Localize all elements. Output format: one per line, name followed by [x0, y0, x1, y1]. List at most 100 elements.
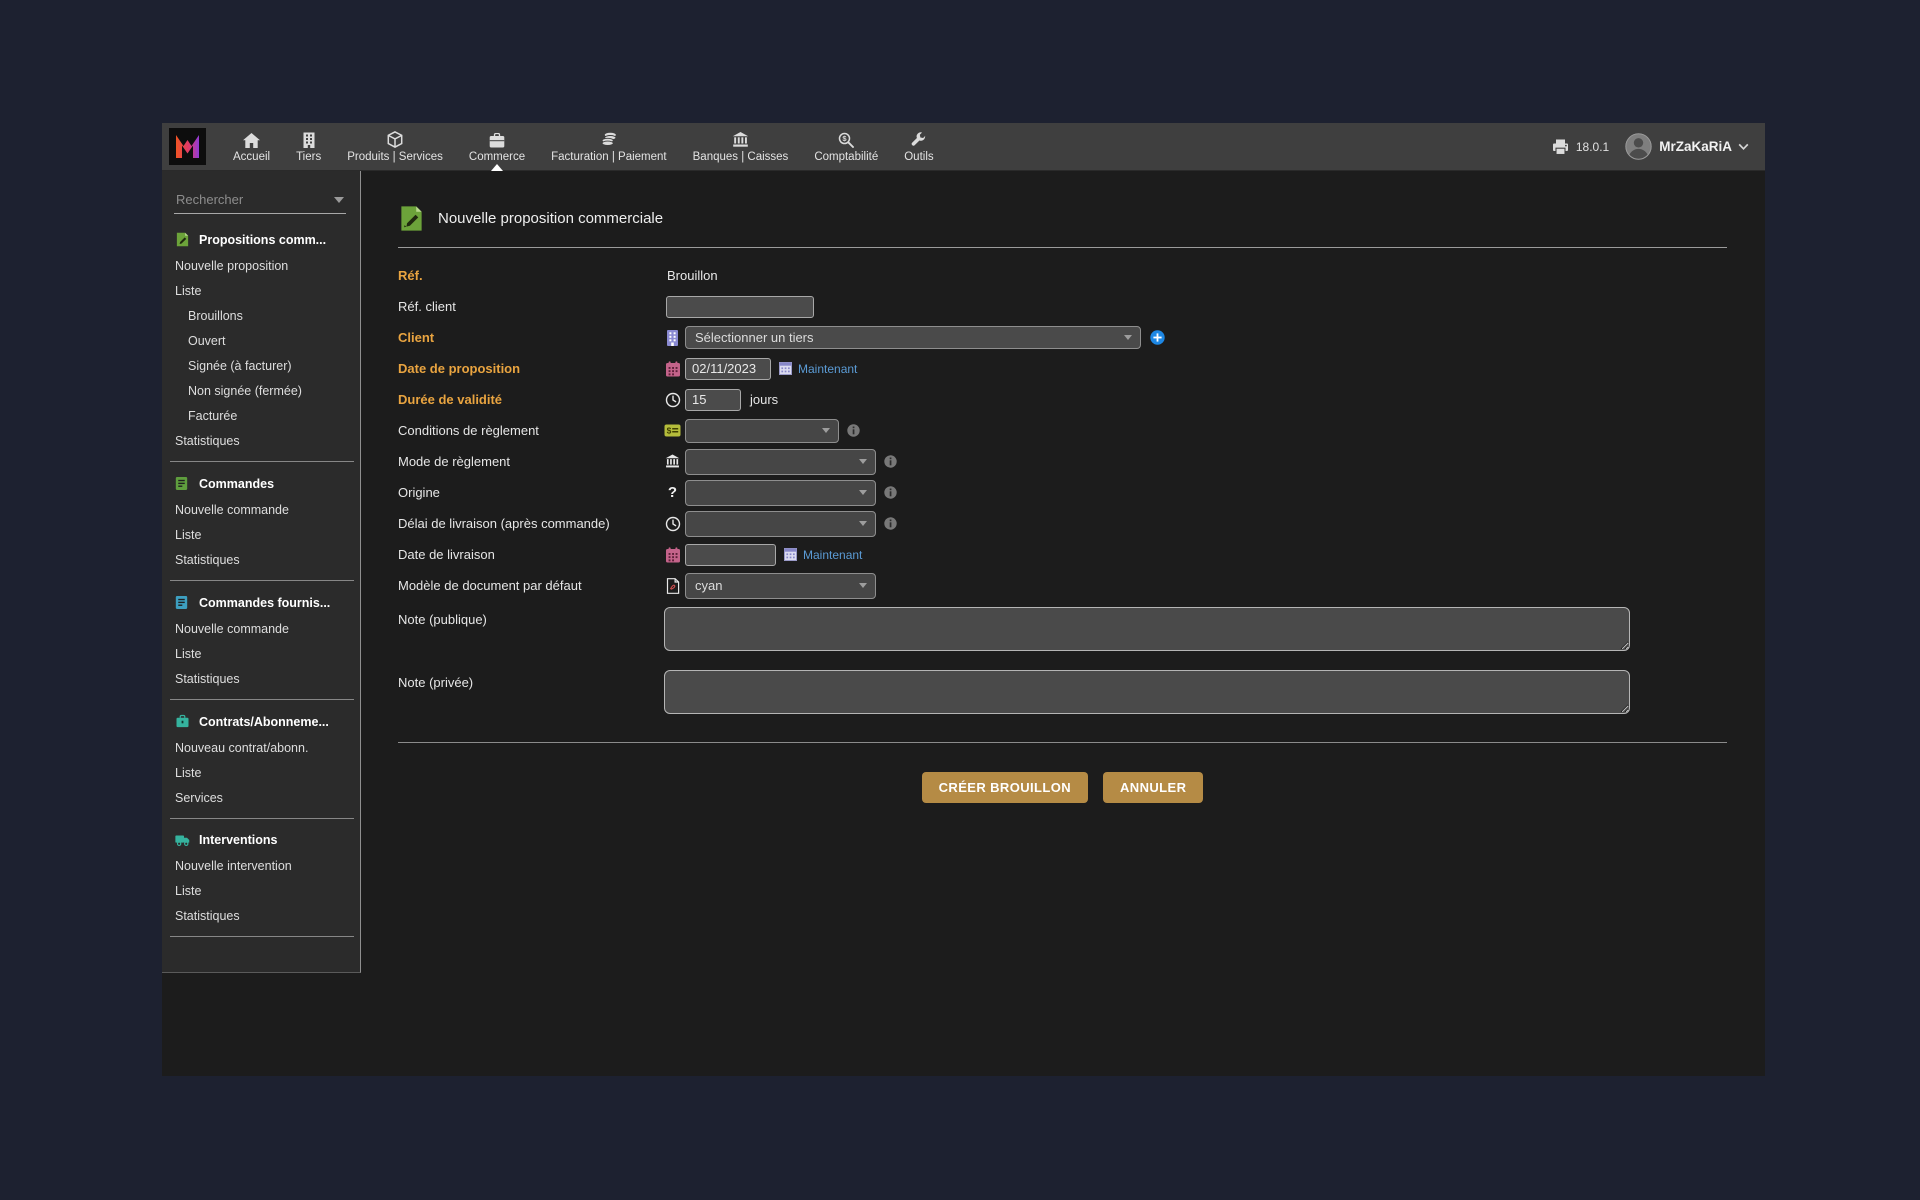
title-divider	[398, 247, 1727, 248]
sidebar-item[interactable]: Liste	[162, 278, 360, 303]
sidebar-divider	[170, 818, 354, 819]
nav-item-facturation-paiement[interactable]: Facturation | Paiement	[538, 123, 680, 171]
pdf-icon	[664, 578, 681, 594]
username-label[interactable]: MrZaKaRiA	[1659, 139, 1732, 154]
field-row-origine: Origine ?	[398, 477, 1727, 508]
search-dropdown-caret-icon[interactable]	[334, 197, 344, 203]
date-proposition-input[interactable]	[685, 358, 771, 380]
note-privee-textarea[interactable]	[664, 670, 1630, 714]
date-picker-icon[interactable]	[779, 362, 792, 375]
sidebar-item[interactable]: Nouvelle commande	[162, 497, 360, 522]
sidebar-item[interactable]: Non signée (fermée)	[162, 378, 360, 403]
wrench-icon	[911, 131, 926, 148]
sidebar: Propositions comm...Nouvelle proposition…	[162, 171, 361, 973]
add-client-button[interactable]	[1150, 330, 1165, 345]
info-icon	[884, 486, 897, 499]
sidebar-item[interactable]: Signée (à facturer)	[162, 353, 360, 378]
nav-item-accueil[interactable]: Accueil	[220, 123, 283, 171]
nav-item-label: Facturation | Paiement	[551, 151, 667, 163]
nav-item-outils[interactable]: Outils	[891, 123, 946, 171]
print-icon[interactable]	[1552, 139, 1569, 155]
note-publique-textarea[interactable]	[664, 607, 1630, 651]
sidebar-section-label: Interventions	[199, 833, 278, 847]
ref-client-input[interactable]	[666, 296, 814, 318]
sidebar-section-title[interactable]: Contrats/Abonneme...	[162, 708, 360, 735]
proposal-icon	[398, 205, 425, 232]
calendar-icon	[664, 547, 681, 563]
nav-item-label: Banques | Caisses	[693, 151, 789, 163]
field-label-note-privee: Note (privée)	[398, 675, 664, 690]
sidebar-item[interactable]: Statistiques	[162, 903, 360, 928]
nav-item-banques-caisses[interactable]: Banques | Caisses	[680, 123, 802, 171]
sidebar-item[interactable]: Liste	[162, 522, 360, 547]
app-logo[interactable]	[169, 128, 206, 165]
field-label-delai-livraison: Délai de livraison (après commande)	[398, 516, 664, 531]
nav-item-tiers[interactable]: Tiers	[283, 123, 334, 171]
sidebar-section-label: Commandes fournis...	[199, 596, 330, 610]
nav-item-label: Accueil	[233, 151, 270, 163]
cancel-button[interactable]: ANNULER	[1103, 772, 1203, 803]
app-window: Accueil Tiers Produits | Services Commer…	[162, 123, 1765, 1076]
nav-item-produits-services[interactable]: Produits | Services	[334, 123, 456, 171]
now-link[interactable]: Maintenant	[798, 362, 857, 376]
cube-icon	[387, 131, 403, 148]
sidebar-item[interactable]: Nouvelle intervention	[162, 853, 360, 878]
mode-reglement-select[interactable]	[685, 449, 876, 475]
sidebar-section-title[interactable]: Propositions comm...	[162, 226, 360, 253]
sidebar-item[interactable]: Statistiques	[162, 666, 360, 691]
sidebar-section-title[interactable]: Commandes fournis...	[162, 589, 360, 616]
sidebar-item[interactable]: Liste	[162, 760, 360, 785]
field-row-ref-client: Réf. client	[398, 291, 1727, 322]
sidebar-item[interactable]: Nouvelle commande	[162, 616, 360, 641]
question-icon: ?	[664, 484, 681, 501]
sidebar-item[interactable]: Brouillons	[162, 303, 360, 328]
sidebar-item[interactable]: Nouveau contrat/abonn.	[162, 735, 360, 760]
field-label-mode-reglement: Mode de règlement	[398, 454, 664, 469]
calendar-icon	[664, 361, 681, 377]
field-label-modele-document: Modèle de document par défaut	[398, 578, 664, 593]
sidebar-section-label: Commandes	[199, 477, 274, 491]
conditions-reglement-select[interactable]	[685, 419, 839, 443]
sidebar-item[interactable]: Ouvert	[162, 328, 360, 353]
sidebar-item[interactable]: Statistiques	[162, 428, 360, 453]
building-icon	[303, 131, 315, 148]
date-picker-icon[interactable]	[784, 548, 797, 561]
field-label-conditions-reglement: Conditions de règlement	[398, 423, 664, 438]
sidebar-item[interactable]: Facturée	[162, 403, 360, 428]
payment-terms-icon: $	[664, 424, 681, 437]
sidebar-item[interactable]: Statistiques	[162, 547, 360, 572]
client-building-icon	[664, 330, 681, 346]
modele-document-select[interactable]: cyan	[685, 573, 876, 599]
date-livraison-input[interactable]	[685, 544, 776, 566]
client-select[interactable]: Sélectionner un tiers	[685, 326, 1141, 349]
sidebar-item[interactable]: Services	[162, 785, 360, 810]
intervention-icon	[175, 833, 190, 847]
now-link[interactable]: Maintenant	[803, 548, 862, 562]
page-title-row: Nouvelle proposition commerciale	[398, 205, 1727, 232]
version-label: 18.0.1	[1576, 140, 1609, 154]
nav-item-comptabilite[interactable]: $ Comptabilité	[801, 123, 891, 171]
search-input[interactable]	[174, 186, 346, 212]
origine-select[interactable]	[685, 480, 876, 506]
delai-livraison-select[interactable]	[685, 511, 876, 537]
ref-value: Brouillon	[664, 268, 718, 283]
home-icon	[243, 131, 260, 148]
field-row-note-privee: Note (privée)	[398, 670, 1727, 714]
sidebar-search	[174, 186, 346, 214]
avatar[interactable]	[1625, 133, 1652, 160]
sidebar-section-title[interactable]: Interventions	[162, 827, 360, 853]
nav-item-commerce[interactable]: Commerce	[456, 123, 538, 171]
sidebar-section-title[interactable]: Commandes	[162, 470, 360, 497]
sidebar-item[interactable]: Nouvelle proposition	[162, 253, 360, 278]
field-row-mode-reglement: Mode de règlement	[398, 446, 1727, 477]
client-select-value: Sélectionner un tiers	[695, 330, 814, 345]
supplier-order-icon	[175, 595, 190, 610]
sidebar-item[interactable]: Liste	[162, 878, 360, 903]
chevron-down-icon[interactable]	[1738, 143, 1749, 151]
info-icon	[847, 424, 860, 437]
create-draft-button[interactable]: CRÉER BROUILLON	[922, 772, 1088, 803]
sidebar-item[interactable]: Liste	[162, 641, 360, 666]
spacer	[398, 651, 1727, 664]
sidebar-menu: Propositions comm...Nouvelle proposition…	[162, 226, 360, 937]
duree-validite-input[interactable]	[685, 389, 741, 411]
